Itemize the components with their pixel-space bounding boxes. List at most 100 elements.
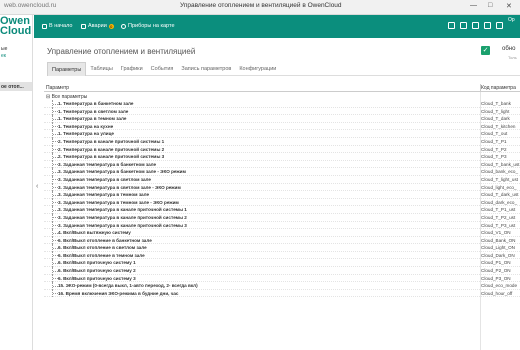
parameter-name: 3. Заданная температура в светлом зале -… — [58, 184, 181, 190]
tree-connector — [52, 175, 58, 184]
tree-connector — [52, 115, 58, 123]
tree-root-all-parameters[interactable]: ⊟ Все параметры — [44, 93, 520, 100]
table-row[interactable]: 4. Вкл/Выкл вытяжную систему Cloud_V1_ON — [44, 229, 520, 237]
tree-connector — [52, 221, 58, 230]
auto-update-label: обно — [502, 46, 516, 52]
table-row[interactable]: 16. Время включения ЭКО-режима в будние … — [44, 289, 520, 298]
parameter-name: 2. Температура в канале приточной систем… — [58, 146, 165, 152]
table-row[interactable]: 6. Вкл/Выкл приточную систему 1 Cloud_P1_… — [44, 259, 520, 268]
parameter-name: 1. Температура в темном зале — [58, 116, 127, 122]
parameter-name: 3. Заданная температура в канале приточн… — [58, 207, 187, 213]
table-row[interactable]: 3. Заданная температура в темном зале - … — [44, 198, 520, 207]
tab-events[interactable]: События — [147, 62, 178, 76]
auto-update-checkbox[interactable]: ✓ — [481, 46, 490, 55]
maximize-icon[interactable]: □ — [488, 2, 492, 9]
column-header-parameter[interactable]: Параметр — [46, 85, 69, 91]
sidebar-item-1[interactable]: ые — [1, 46, 7, 52]
table-row[interactable]: 3. Заданная температура в светлом зале -… — [44, 183, 520, 192]
parameter-code: Cloud_T_P1 — [481, 138, 507, 144]
table-rows: 1. Температура в банкетном зале Cloud_T_b… — [44, 100, 520, 298]
table-row[interactable]: 1. Температура на кухне Cloud_T_kitchen — [44, 122, 520, 131]
tab-bar: Параметры Таблицы Графики События Запись… — [47, 62, 520, 76]
table-row[interactable]: 1. Температура в банкетном зале Cloud_T_b… — [44, 100, 520, 108]
nav-map[interactable]: Приборы на карте — [121, 23, 175, 29]
tab-tables[interactable]: Таблицы — [86, 62, 116, 76]
owencloud-logo[interactable]: Owen Cloud — [0, 16, 31, 37]
tab-write-parameters[interactable]: Запись параметров — [177, 62, 235, 76]
tree-connector — [52, 236, 58, 245]
mobile-icon[interactable] — [460, 22, 467, 29]
parameter-name: 3. Заданная температура в банкетном зале — [58, 161, 157, 167]
table-row[interactable]: 3. Заданная температура в темном зале Clo… — [44, 191, 520, 199]
parameter-name: 3. Заданная температура в темном зале — [58, 192, 150, 198]
parameter-code: Cloud_T_P2_ust — [481, 214, 516, 220]
tree-connector — [52, 213, 58, 222]
parameter-code: Cloud_T_bank — [481, 101, 511, 106]
sidebar-item-active[interactable]: ое отоп... — [0, 82, 32, 91]
close-icon[interactable]: ✕ — [506, 2, 512, 10]
tree-connector — [52, 160, 58, 169]
tree-connector — [52, 206, 58, 214]
parameter-code: Cloud_T_kitchen — [481, 123, 516, 129]
browser-url[interactable]: web.owencloud.ru — [4, 2, 56, 9]
tree-connector — [52, 244, 58, 252]
table-row[interactable]: 3. Заданная температура в банкетном зале… — [44, 168, 520, 176]
tree-connector — [52, 168, 58, 176]
tree-connector — [52, 137, 58, 146]
nav-alarms-label: Аварии — [88, 23, 107, 29]
table-row[interactable]: 6. Вкл/Выкл отопление в банкетном зале Cl… — [44, 236, 520, 245]
table-row[interactable]: 3. Заданная температура в канале приточн… — [44, 213, 520, 222]
table-row[interactable]: 3. Заданная температура в канале приточн… — [44, 206, 520, 214]
tree-connector — [52, 282, 58, 290]
parameter-name: 1. Температура на кухне — [58, 123, 114, 129]
table-row[interactable]: 3. Заданная температура в банкетном зале… — [44, 160, 520, 169]
parameter-code: Cloud_Dark_ON — [481, 252, 515, 258]
nav-home[interactable]: В начало — [42, 23, 72, 29]
table-row[interactable]: 6. Вкл/Выкл приточную систему 2 Cloud_P2_… — [44, 267, 520, 275]
table-header: Параметр Код параметра — [44, 84, 520, 92]
parameter-code: Cloud_T_light — [481, 108, 510, 114]
table-row[interactable]: 1. Температура в темном зале Cloud_T_dark — [44, 115, 520, 123]
parameter-code: Cloud_Light_ON — [481, 245, 515, 251]
sidebar: Owen Cloud ые ек ое отоп... — [0, 15, 33, 350]
collapse-sidebar-icon[interactable]: ‹ — [36, 183, 38, 190]
column-header-code[interactable]: Код параметра — [481, 85, 516, 91]
table-row[interactable]: 2. Температура в канале приточной систем… — [44, 145, 520, 154]
parameter-code: Cloud_T_P3_ust — [481, 222, 516, 228]
parameter-code: Cloud_T_light_ust — [481, 176, 519, 182]
table-row[interactable]: 2. Температура в канале приточной систем… — [44, 137, 520, 146]
browser-titlebar: web.owencloud.ru Управление отоплением и… — [0, 0, 520, 15]
alarm-icon — [81, 23, 86, 29]
table-row[interactable]: 6. Вкл/Выкл отопление в светлом зале Clou… — [44, 244, 520, 252]
table-row[interactable]: 1. Температура в светлом зале Cloud_T_lig… — [44, 107, 520, 116]
table-row[interactable]: 2. Температура в канале приточной систем… — [44, 153, 520, 161]
minimize-icon[interactable]: — — [470, 2, 477, 9]
parameter-name: 3. Заданная температура в канале приточн… — [58, 222, 187, 228]
table-row[interactable]: 6. Вкл/Выкл отопление в темном зале Cloud… — [44, 251, 520, 260]
user-name[interactable]: Ор — [508, 17, 515, 23]
nav-alarms[interactable]: Аварии 0 — [81, 23, 114, 29]
tab-charts[interactable]: Графики — [117, 62, 147, 76]
sidebar-item-2[interactable]: ек — [1, 53, 6, 59]
table-row[interactable]: 15. ЭКО-режим (0-всегда выкл, 1-авто пер… — [44, 282, 520, 290]
tree-connector — [52, 130, 58, 138]
tab-parameters[interactable]: Параметры — [47, 62, 87, 76]
parameter-name: 15. ЭКО-режим (0-всегда выкл, 1-авто пер… — [58, 283, 198, 289]
tree-connector — [52, 191, 58, 199]
info-icon[interactable] — [496, 22, 503, 29]
parameter-code: Cloud_T_P1_ust — [481, 207, 516, 213]
parameter-name: 4. Вкл/Выкл вытяжную систему — [58, 230, 131, 236]
mail-icon[interactable] — [472, 22, 479, 29]
document-icon[interactable] — [448, 22, 455, 29]
parameter-code: Cloud_light_eco_ — [481, 184, 517, 190]
table-row[interactable]: 1. Температура на улице Cloud_T_out — [44, 130, 520, 138]
window-title: Управление отоплением и вентиляцией в Ow… — [180, 2, 342, 9]
parameter-code: Cloud_T_P3 — [481, 154, 507, 160]
settings-icon[interactable] — [484, 22, 491, 29]
table-row[interactable]: 3. Заданная температура в канале приточн… — [44, 221, 520, 230]
table-row[interactable]: 3. Заданная температура в светлом зале Cl… — [44, 175, 520, 184]
tab-configurations[interactable]: Конфигурации — [235, 62, 280, 76]
parameter-code: Cloud_T_bank_ust — [481, 161, 520, 167]
table-row[interactable]: 6. Вкл/Выкл приточную систему 3 Cloud_P3_… — [44, 274, 520, 283]
top-bar: В начало Аварии 0 Приборы на карте Ор — [34, 15, 520, 38]
